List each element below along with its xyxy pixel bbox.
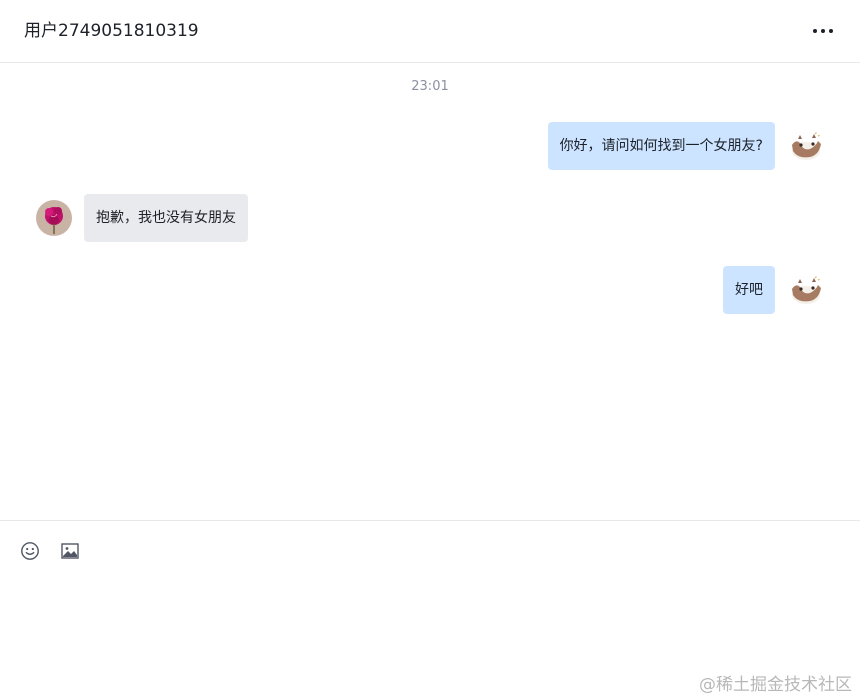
watermark-text: @稀土掘金技术社区	[699, 675, 852, 695]
chat-window: 用户2749051810319 23:01 你好，请问如何找到一个女朋友? 抱歉…	[0, 0, 860, 700]
chat-header: 用户2749051810319	[0, 0, 860, 63]
other-message-bubble: 抱歉，我也没有女朋友	[84, 194, 248, 242]
message-input[interactable]	[20, 573, 844, 677]
message-timestamp: 23:01	[411, 79, 449, 94]
my-message-bubble: 好吧	[723, 266, 775, 314]
image-icon[interactable]	[60, 541, 80, 561]
more-horizontal-icon-dot	[829, 29, 833, 33]
my-message-bubble: 你好，请问如何找到一个女朋友?	[547, 122, 775, 170]
other-avatar[interactable]	[36, 200, 72, 236]
message-list: 23:01 你好，请问如何找到一个女朋友? 抱歉，我也没有女朋友 好吧	[0, 64, 860, 520]
flower-avatar-icon	[36, 200, 72, 236]
chat-title: 用户2749051810319	[24, 21, 199, 41]
more-options-button[interactable]	[810, 18, 838, 44]
emoji-icon[interactable]	[20, 541, 40, 561]
my-avatar[interactable]	[788, 129, 824, 165]
cat-avatar-icon	[788, 273, 824, 309]
my-avatar[interactable]	[788, 273, 824, 309]
message-composer: @稀土掘金技术社区	[0, 520, 860, 700]
more-horizontal-icon-dot	[821, 29, 825, 33]
more-horizontal-icon	[813, 29, 817, 33]
cat-avatar-icon	[788, 129, 824, 165]
